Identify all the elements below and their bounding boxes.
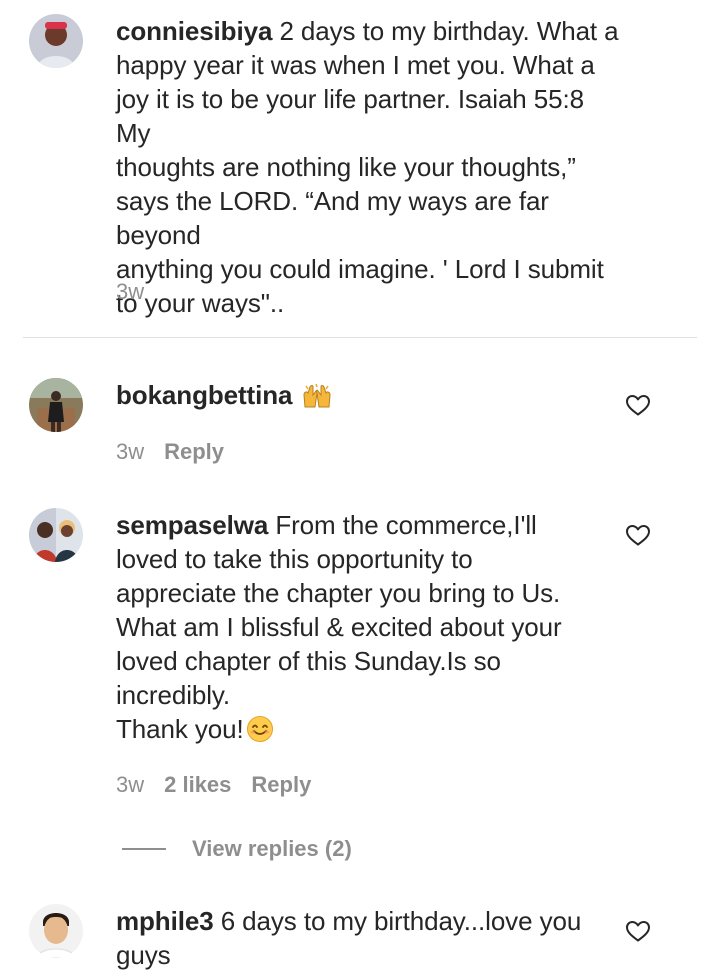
comment-meta: 3w 2 likes Reply [116,771,331,799]
reply-button[interactable]: Reply [251,772,311,797]
view-replies-button[interactable]: View replies (2) [122,832,352,866]
raising-hands-emoji-icon [302,383,332,417]
profile-photo-icon [29,14,83,68]
comment-line: Thank you! [116,714,244,744]
comment-line: 2 days to my birthday. What a [279,16,619,46]
comment-line: What am I blissful & excited about your [116,612,562,642]
comment-line: guys [116,940,171,970]
comment-text: mphile3 6 days to my birthday...love you… [116,904,621,972]
username[interactable]: sempaselwa [116,510,268,540]
timestamp: 3w [116,439,145,464]
heart-outline-icon[interactable] [625,393,651,417]
comment-line: 6 days to my birthday...love you [220,906,582,936]
comment-meta: 3w [116,278,164,306]
profile-photo-icon [29,378,83,432]
comment-line: From the commerce,I'll [275,510,537,540]
timestamp: 3w [116,279,145,304]
avatar-sempaselwa[interactable] [29,508,83,562]
replies-line-icon [122,848,166,850]
avatar-conniesibiya[interactable] [29,14,83,68]
comment-text: conniesibiya 2 days to my birthday. What… [116,14,621,320]
comment-line: loved chapter of this Sunday.Is so [116,646,501,676]
username[interactable]: conniesibiya [116,16,272,46]
likes-count[interactable]: 2 likes [164,772,231,797]
comment-line: says the LORD. “And my ways are far beyo… [116,186,549,250]
comment-text: bokangbettina [116,378,621,417]
comment-line: joy it is to be your life partner. Isaia… [116,84,584,148]
comment-meta: 3w Reply [116,438,244,466]
avatar-mphile3[interactable] [29,904,83,958]
smiling-face-emoji-icon [246,715,274,751]
comment-line: loved to take this opportunity to [116,544,473,574]
avatar-bokangbettina[interactable] [29,378,83,432]
comment-line: appreciate the chapter you bring to Us. [116,578,561,608]
username[interactable]: bokangbettina [116,380,292,410]
timestamp: 3w [116,772,145,797]
profile-photo-icon [29,508,83,562]
comment-line: to your ways".. [116,288,285,318]
divider [23,337,697,338]
view-replies-label: View replies (2) [192,836,352,861]
comment-line: happy year it was when I met you. What a [116,50,595,80]
profile-photo-icon [29,904,83,958]
comment-line: thoughts are nothing like your thoughts,… [116,152,576,182]
comment-text: sempaselwa From the commerce,I'll loved … [116,508,621,751]
username[interactable]: mphile3 [116,906,214,936]
comment-line: incredibly. [116,680,231,710]
heart-outline-icon[interactable] [625,523,651,547]
heart-outline-icon[interactable] [625,919,651,943]
reply-button[interactable]: Reply [164,439,224,464]
comment-line: anything you could imagine. ' Lord I sub… [116,254,604,284]
